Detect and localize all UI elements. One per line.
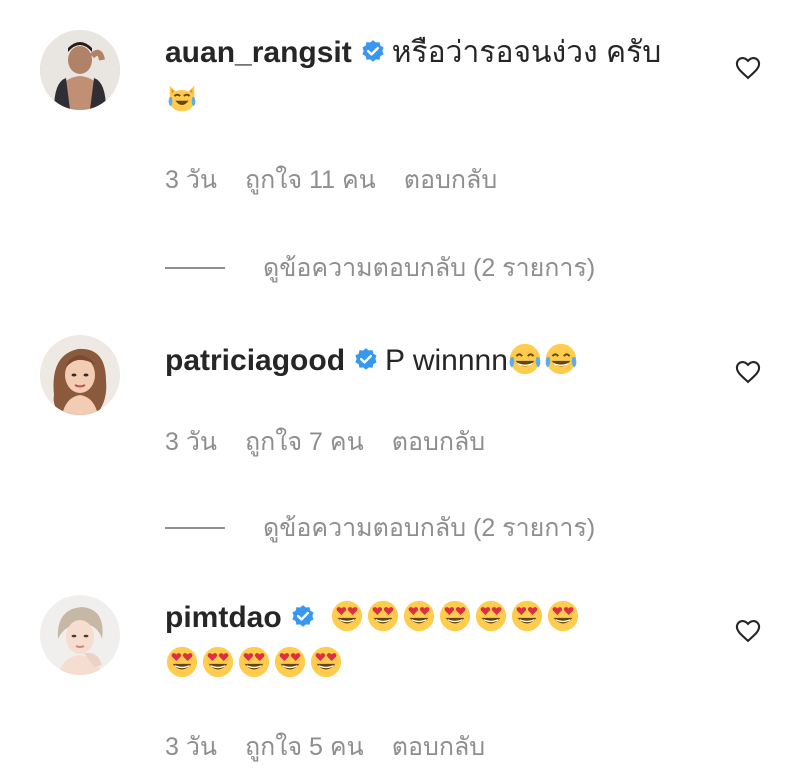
comment-meta: 3 วัน ถูกใจ 11 คน ตอบกลับ bbox=[165, 160, 525, 200]
comment-body: auan_rangsit หรือว่ารอจนง่วง ครับ bbox=[165, 30, 685, 122]
heart-eyes-icon bbox=[330, 599, 364, 633]
heart-eyes-icon bbox=[165, 645, 199, 679]
heart-eyes-icon bbox=[237, 645, 271, 679]
like-count[interactable]: ถูกใจ 7 คน bbox=[245, 428, 364, 456]
like-heart-icon[interactable] bbox=[734, 54, 762, 82]
username[interactable]: patriciagood bbox=[165, 344, 345, 377]
comments-thread: auan_rangsit หรือว่ารอจนง่วง ครับ 3 วัน ถู… bbox=[0, 0, 800, 779]
username[interactable]: auan_rangsit bbox=[165, 36, 352, 69]
tears-of-joy-icon bbox=[544, 342, 578, 376]
divider-line bbox=[165, 527, 225, 529]
comment-body: patriciagood P winnnn bbox=[165, 338, 685, 384]
view-replies-label: ดูข้อความตอบกลับ (2 รายการ) bbox=[263, 514, 596, 542]
heart-eyes-icon bbox=[309, 645, 343, 679]
view-replies-button[interactable]: ดูข้อความตอบกลับ (2 รายการ) bbox=[165, 508, 595, 548]
heart-eyes-icon bbox=[474, 599, 508, 633]
heart-eyes-icon bbox=[366, 599, 400, 633]
comment-text: P winnnn bbox=[385, 344, 508, 377]
comment-meta: 3 วัน ถูกใจ 7 คน ตอบกลับ bbox=[165, 422, 513, 462]
view-replies-label: ดูข้อความตอบกลับ (2 รายการ) bbox=[263, 254, 596, 282]
heart-eyes-icon bbox=[273, 645, 307, 679]
username[interactable]: pimtdao bbox=[165, 601, 282, 634]
tears-of-joy-icon bbox=[508, 342, 542, 376]
comment-time[interactable]: 3 วัน bbox=[165, 166, 217, 194]
reply-button[interactable]: ตอบกลับ bbox=[392, 733, 485, 761]
reply-button[interactable]: ตอบกลับ bbox=[404, 166, 497, 194]
comment-text: หรือว่ารอจนง่วง ครับ bbox=[391, 36, 662, 69]
avatar[interactable] bbox=[40, 595, 120, 675]
like-heart-icon[interactable] bbox=[734, 358, 762, 386]
heart-eyes-icon bbox=[201, 645, 235, 679]
divider-line bbox=[165, 267, 225, 269]
like-count[interactable]: ถูกใจ 11 คน bbox=[245, 166, 376, 194]
verified-badge-icon bbox=[360, 39, 386, 65]
heart-eyes-icon bbox=[438, 599, 472, 633]
avatar[interactable] bbox=[40, 335, 120, 415]
avatar[interactable] bbox=[40, 30, 120, 110]
reply-button[interactable]: ตอบกลับ bbox=[392, 428, 485, 456]
comment-body: pimtdao bbox=[165, 595, 685, 687]
comment-time[interactable]: 3 วัน bbox=[165, 428, 217, 456]
heart-eyes-icon bbox=[402, 599, 436, 633]
comment-time[interactable]: 3 วัน bbox=[165, 733, 217, 761]
verified-badge-icon bbox=[353, 347, 379, 373]
heart-eyes-icon bbox=[546, 599, 580, 633]
comment-meta: 3 วัน ถูกใจ 5 คน ตอบกลับ bbox=[165, 727, 513, 767]
view-replies-button[interactable]: ดูข้อความตอบกลับ (2 รายการ) bbox=[165, 248, 595, 288]
like-count[interactable]: ถูกใจ 5 คน bbox=[245, 733, 364, 761]
heart-eyes-icon bbox=[510, 599, 544, 633]
like-heart-icon[interactable] bbox=[734, 617, 762, 645]
verified-badge-icon bbox=[290, 604, 316, 630]
cat-tears-of-joy-icon bbox=[165, 80, 199, 114]
